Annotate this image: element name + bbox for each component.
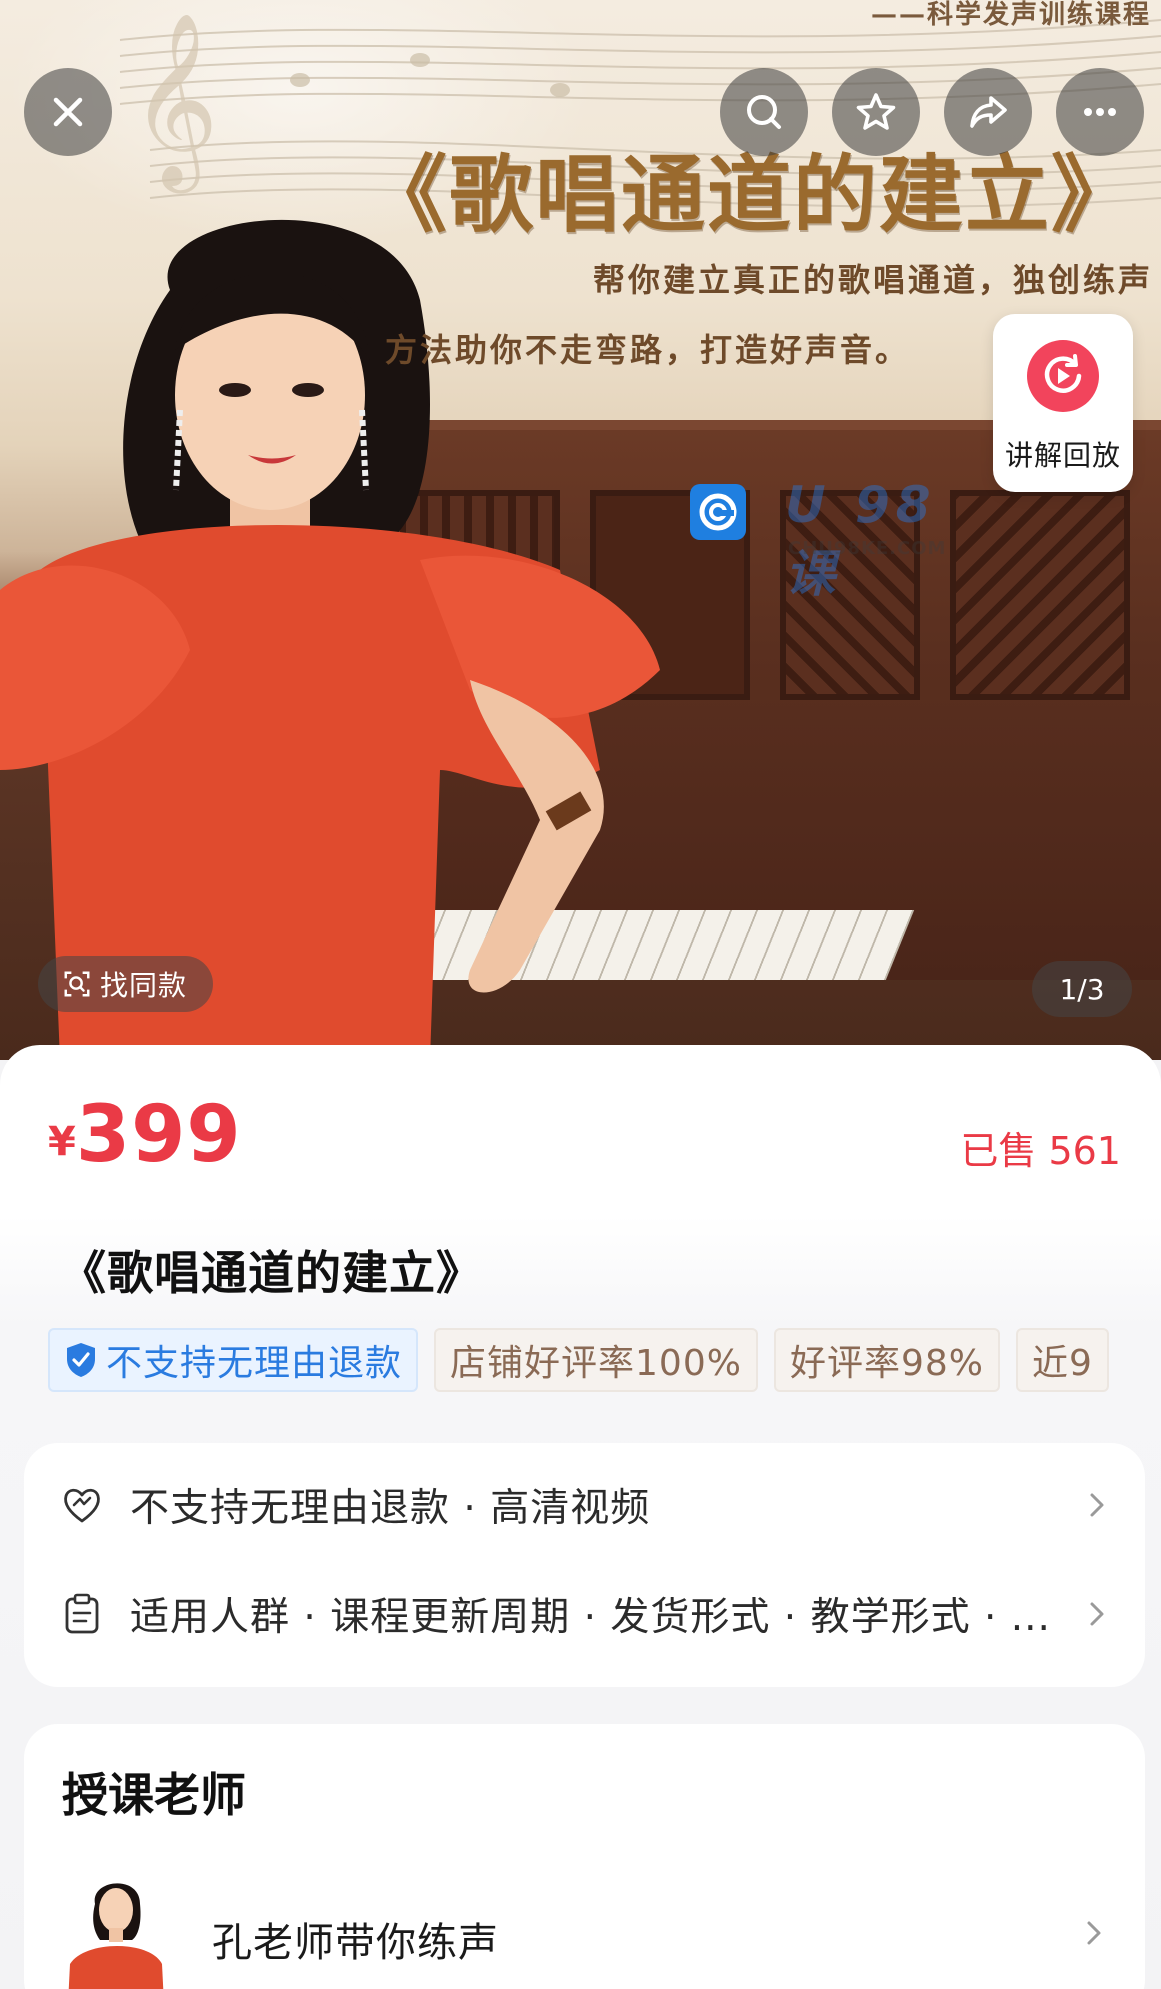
currency-symbol: ¥ [48, 1119, 76, 1165]
service-row-label: 适用人群 · 课程更新周期 · 发货形式 · 教学形式 · ... [130, 1595, 1051, 1640]
replay-button[interactable]: 讲解回放 [993, 314, 1133, 492]
tag-row[interactable]: 不支持无理由退款 店铺好评率100% 好评率98% 近9 [48, 1328, 1124, 1394]
price-value: 399 [75, 1090, 242, 1180]
watermark-logo-icon [690, 484, 746, 540]
heart-shield-icon [64, 1488, 100, 1523]
hero-banner-image[interactable]: 𝄞 ——科学发声训练课程 《歌唱通道的建立》 帮你建立真正的歌唱通道，独创练声 … [0, 0, 1161, 1060]
tag-label: 好评率98% [789, 1343, 984, 1384]
watermark-subtext: CHU98KE.COM [788, 538, 947, 559]
service-card: 不支持无理由退款 · 高清视频 适用人群 · 课程更新周期 · 发货形式 · 教… [24, 1443, 1145, 1687]
shield-check-icon [67, 1343, 95, 1377]
teacher-card: 授课老师 孔老师带你练声 [24, 1724, 1145, 1989]
banner-desc-line1: 帮你建立真正的歌唱通道，独创练声 [592, 261, 1153, 299]
search-icon [747, 95, 781, 129]
tag-recent[interactable]: 近9 [1015, 1328, 1109, 1392]
teacher-avatar[interactable] [60, 1874, 170, 1989]
product-title: 《歌唱通道的建立》 [60, 1246, 483, 1300]
teacher-heading: 授课老师 [62, 1768, 246, 1822]
replay-label: 讲解回放 [1004, 439, 1121, 472]
share-icon [970, 96, 1007, 128]
find-same-label: 找同款 [100, 969, 188, 1002]
banner-desc-line2: 方法助你不走弯路，打造好声音。 [385, 331, 911, 369]
chevron-right-icon [1090, 1493, 1104, 1517]
find-same-button[interactable]: 找同款 [38, 956, 214, 1012]
svg-text:𝄞: 𝄞 [130, 12, 219, 194]
teacher-name[interactable]: 孔老师带你练声 [212, 1910, 499, 1968]
tag-no-refund[interactable]: 不支持无理由退款 [48, 1328, 419, 1392]
product-detail-page: 𝄞 ——科学发声训练课程 《歌唱通道的建立》 帮你建立真正的歌唱通道，独创练声 … [0, 0, 1161, 1989]
more-icon [1084, 108, 1116, 116]
service-row-course-info[interactable]: 适用人群 · 课程更新周期 · 发货形式 · 教学形式 · ... [60, 1584, 1110, 1644]
clipboard-icon [65, 1593, 99, 1634]
close-button[interactable] [24, 68, 112, 156]
more-button[interactable] [1056, 68, 1144, 156]
price: ¥399 [48, 1090, 242, 1180]
favorite-button[interactable] [832, 68, 920, 156]
chevron-right-icon[interactable] [1081, 1916, 1107, 1950]
close-icon [53, 97, 83, 127]
tag-good-rating[interactable]: 好评率98% [773, 1328, 1000, 1392]
tag-shop-rating[interactable]: 店铺好评率100% [434, 1328, 758, 1392]
service-row-label: 不支持无理由退款 · 高清视频 [130, 1486, 651, 1531]
share-button[interactable] [944, 68, 1032, 156]
scan-search-icon [64, 971, 90, 997]
play-replay-icon [1027, 340, 1099, 412]
sold-count: 已售 561 [960, 1129, 1121, 1173]
banner-subtitle: ——科学发声训练课程 [870, 0, 1151, 30]
search-button[interactable] [720, 68, 808, 156]
tag-label: 近9 [1031, 1343, 1093, 1384]
tag-label: 店铺好评率100% [450, 1343, 742, 1384]
service-row-guarantee[interactable]: 不支持无理由退款 · 高清视频 [60, 1475, 1110, 1535]
image-page-indicator: 1/3 [1032, 961, 1132, 1017]
star-icon [856, 93, 896, 130]
tag-label: 不支持无理由退款 [106, 1343, 403, 1384]
watermark: U 98 课 CHU98KE.COM [690, 476, 990, 603]
chevron-right-icon [1090, 1602, 1104, 1626]
